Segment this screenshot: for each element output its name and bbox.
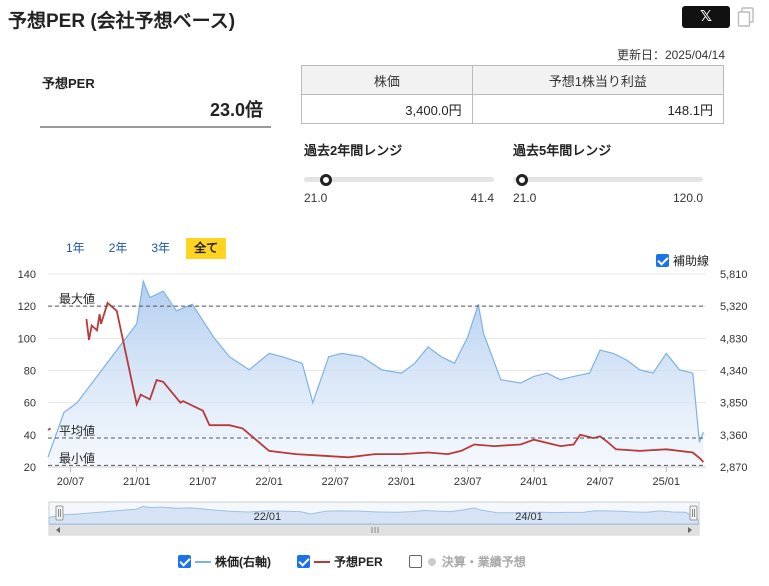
x-tick-label: 23/01: [388, 476, 416, 488]
scrollbar-thumb: [49, 525, 699, 535]
left-tick-label: 140: [18, 269, 36, 281]
period-tabs: 1年 2年 3年 全て: [58, 238, 234, 259]
share-x-button[interactable]: 𝕏: [682, 6, 730, 28]
ref-line-label: 最大値: [59, 291, 95, 306]
eps-value: 148.1円: [471, 94, 725, 124]
ref-line-label: 最小値: [59, 450, 95, 465]
range-5y-track: [513, 177, 703, 182]
range-5y-label: 過去5年間レンジ: [513, 143, 612, 158]
price-value: 3,400.0円: [301, 94, 473, 124]
x-tick-label: 20/07: [57, 476, 85, 488]
copy-icon[interactable]: [737, 7, 755, 27]
range-2y-min: 21.0: [304, 191, 328, 205]
x-tick-label: 25/01: [653, 476, 681, 488]
chart-plot-area: 最大値平均値最小値: [47, 278, 706, 467]
legend-price-label: 株価(右軸): [215, 555, 271, 569]
right-tick-label: 3,360: [720, 430, 748, 442]
price-eps-table: 株価 予想1株当り利益 3,400.0円 148.1円: [301, 65, 725, 124]
tab-all[interactable]: 全て: [186, 238, 227, 259]
range-5y-max: 120.0: [672, 191, 703, 205]
right-tick-label: 5,810: [720, 269, 748, 281]
legend-per[interactable]: 予想PER: [297, 553, 383, 570]
x-tick-label: 21/01: [123, 476, 151, 488]
tab-1y[interactable]: 1年: [58, 238, 93, 259]
left-tick-label: 60: [24, 398, 36, 410]
price-header: 株価: [301, 65, 473, 95]
ref-line-label: 平均値: [59, 423, 95, 438]
x-tick-label: 21/07: [189, 476, 217, 488]
navigator-right-handle[interactable]: [689, 505, 698, 521]
legend-per-swatch: [314, 560, 330, 563]
left-tick-label: 40: [24, 430, 36, 442]
per-value: 23.0倍: [40, 96, 271, 128]
updated-date: 更新日：2025/04/14: [616, 48, 725, 62]
left-tick-label: 80: [24, 366, 36, 378]
legend-per-checkbox[interactable]: [297, 555, 310, 568]
right-tick-label: 4,340: [720, 366, 748, 378]
left-tick-label: 100: [18, 333, 36, 345]
legend-forecast[interactable]: 決算・業績予想: [408, 553, 526, 570]
range-2y-track: [304, 177, 494, 182]
range-5y: 過去5年間レンジ 21.0 120.0: [513, 140, 703, 205]
x-tick-label: 22/07: [322, 476, 350, 488]
navigator-tick-label: 24/01: [515, 511, 543, 523]
right-tick-label: 4,830: [720, 333, 748, 345]
left-tick-label: 20: [24, 462, 36, 474]
x-tick-label: 24/07: [586, 476, 614, 488]
legend-forecast-label: 決算・業績予想: [441, 555, 526, 569]
range-2y-knob: [320, 174, 333, 186]
range-2y-label: 過去2年間レンジ: [304, 143, 403, 158]
legend-price[interactable]: 株価(右軸): [178, 553, 271, 570]
tab-3y[interactable]: 3年: [143, 238, 178, 259]
left-tick-label: 120: [18, 301, 36, 313]
legend-forecast-dot: [427, 557, 436, 566]
tab-2y[interactable]: 2年: [101, 238, 136, 259]
right-tick-label: 5,320: [720, 301, 748, 313]
navigator-left-handle[interactable]: [55, 505, 64, 521]
range-5y-knob: [515, 174, 528, 186]
x-tick-label: 24/01: [520, 476, 548, 488]
legend-forecast-checkbox[interactable]: [408, 555, 422, 568]
legend-price-swatch: [195, 560, 211, 563]
per-chart[interactable]: 最大値平均値最小値 140 5,810 120 5,320 100 4,830 80 4,34…: [0, 262, 769, 544]
page-title: 予想PER (会社予想ベース): [8, 11, 236, 32]
eps-header: 予想1株当り利益: [471, 65, 725, 95]
per-label: 予想PER: [42, 76, 95, 91]
chart-navigator[interactable]: 22/01 24/01: [48, 501, 700, 536]
legend-per-label: 予想PER: [334, 555, 383, 569]
range-2y: 過去2年間レンジ 21.0 41.4: [304, 140, 494, 205]
x-tick-label: 22/01: [255, 476, 283, 488]
right-tick-label: 3,850: [720, 398, 748, 410]
legend-price-checkbox[interactable]: [178, 555, 191, 568]
right-tick-label: 2,870: [720, 462, 748, 474]
x-tick-label: 23/07: [454, 476, 482, 488]
range-5y-min: 21.0: [513, 191, 537, 205]
range-2y-max: 41.4: [470, 191, 494, 205]
navigator-tick-label: 22/01: [254, 511, 282, 523]
chart-legend: 株価(右軸) 予想PER 決算・業績予想: [178, 553, 552, 570]
